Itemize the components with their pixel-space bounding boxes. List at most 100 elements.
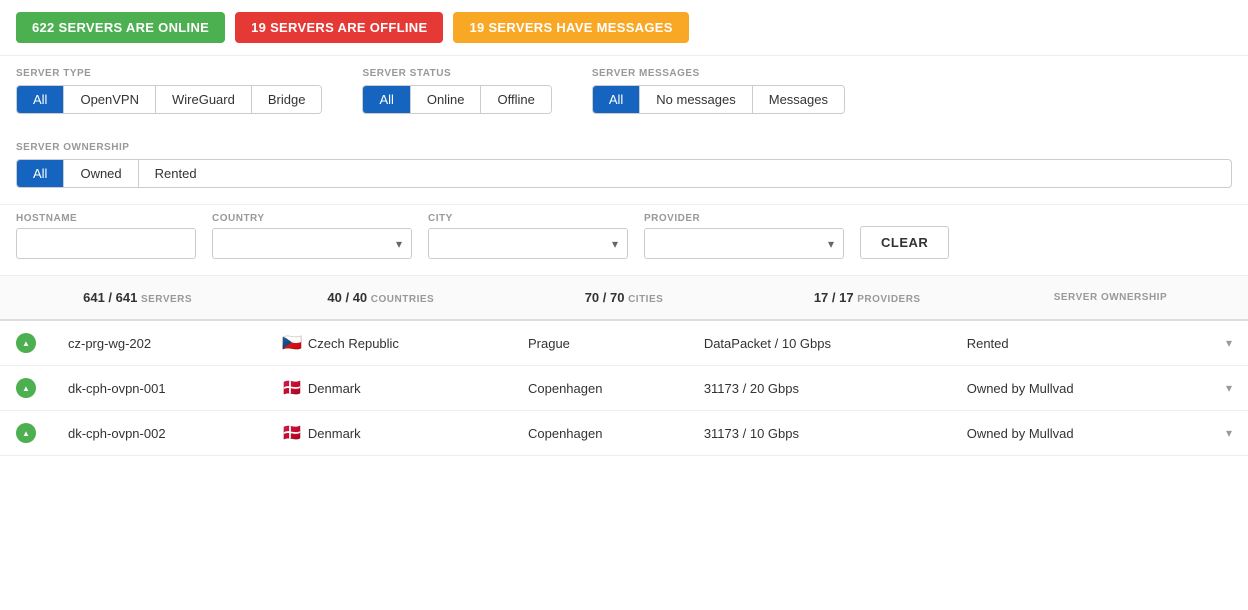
provider-select[interactable]	[644, 228, 844, 259]
server-ownership-btn-group: All Owned Rented	[16, 159, 1232, 188]
hostname-label: HOSTNAME	[16, 213, 196, 224]
server-messages-has-button[interactable]: Messages	[753, 86, 844, 113]
ownership-cell: Owned by Mullvad ▾	[951, 366, 1248, 411]
ownership-value: Owned by Mullvad	[967, 426, 1074, 441]
provider-filter-block: PROVIDER	[644, 213, 844, 259]
hostname-cell: cz-prg-wg-202	[52, 321, 266, 366]
server-type-all-button[interactable]: All	[17, 86, 64, 113]
city-cell: Copenhagen	[512, 411, 688, 456]
providers-label: PROVIDERS	[857, 294, 920, 305]
ownership-value: Owned by Mullvad	[967, 381, 1074, 396]
ownership-rented-button[interactable]: Rented	[139, 160, 213, 187]
status-dot	[16, 423, 36, 443]
stats-servers: 641 / 641 SERVERS	[16, 284, 259, 311]
city-cell: Prague	[512, 321, 688, 366]
provider-select-wrapper	[644, 228, 844, 259]
city-select[interactable]	[428, 228, 628, 259]
flag-icon: 🇩🇰	[282, 423, 302, 443]
status-dot	[16, 333, 36, 353]
server-type-wireguard-button[interactable]: WireGuard	[156, 86, 252, 113]
chevron-down-icon[interactable]: ▾	[1226, 426, 1232, 440]
country-cell: 🇩🇰 Denmark	[266, 366, 512, 411]
server-table-container: cz-prg-wg-202 🇨🇿 Czech Republic Prague D…	[0, 321, 1248, 456]
provider-label: PROVIDER	[644, 213, 844, 224]
flag-icon: 🇨🇿	[282, 333, 302, 353]
country-name: Denmark	[308, 381, 361, 396]
ownership-all-button[interactable]: All	[17, 160, 64, 187]
ownership-cell: Owned by Mullvad ▾	[951, 411, 1248, 456]
server-status-label: SERVER STATUS	[362, 68, 551, 79]
country-cell: 🇩🇰 Denmark	[266, 411, 512, 456]
hostname-input[interactable]	[16, 228, 196, 259]
country-select-wrapper	[212, 228, 412, 259]
status-cell	[0, 366, 52, 411]
server-table: cz-prg-wg-202 🇨🇿 Czech Republic Prague D…	[0, 321, 1248, 456]
server-messages-label: SERVER MESSAGES	[592, 68, 845, 79]
providers-count: 17 / 17	[814, 290, 854, 305]
server-status-offline-button[interactable]: Offline	[481, 86, 550, 113]
stats-providers: 17 / 17 PROVIDERS	[746, 284, 989, 311]
countries-count: 40 / 40	[327, 290, 367, 305]
server-status-btn-group: All Online Offline	[362, 85, 551, 114]
server-ownership-label: SERVER OWNERSHIP	[16, 142, 1232, 153]
status-cell	[0, 411, 52, 456]
table-row: dk-cph-ovpn-001 🇩🇰 Denmark Copenhagen 31…	[0, 366, 1248, 411]
stats-ownership-header: SERVER OWNERSHIP	[989, 292, 1232, 303]
ownership-value: Rented	[967, 336, 1009, 351]
status-cell	[0, 321, 52, 366]
server-type-btn-group: All OpenVPN WireGuard Bridge	[16, 85, 322, 114]
country-label: COUNTRY	[212, 213, 412, 224]
server-messages-filter: SERVER MESSAGES All No messages Messages	[592, 68, 845, 114]
provider-cell: 31173 / 20 Gbps	[688, 366, 951, 411]
city-select-wrapper	[428, 228, 628, 259]
server-type-openvpn-button[interactable]: OpenVPN	[64, 86, 156, 113]
country-filter-block: COUNTRY	[212, 213, 412, 259]
messages-status-button[interactable]: 19 SERVERS HAVE MESSAGES	[453, 12, 688, 43]
stats-countries: 40 / 40 COUNTRIES	[259, 284, 502, 311]
offline-status-button[interactable]: 19 SERVERS ARE OFFLINE	[235, 12, 443, 43]
servers-label: SERVERS	[141, 294, 192, 305]
server-type-label: SERVER TYPE	[16, 68, 322, 79]
filter-group-row1: SERVER TYPE All OpenVPN WireGuard Bridge…	[16, 68, 1232, 114]
country-name: Denmark	[308, 426, 361, 441]
chevron-down-icon[interactable]: ▾	[1226, 336, 1232, 350]
provider-cell: 31173 / 10 Gbps	[688, 411, 951, 456]
server-ownership-filter: SERVER OWNERSHIP All Owned Rented	[16, 142, 1232, 188]
ownership-cell: Rented ▾	[951, 321, 1248, 366]
server-messages-btn-group: All No messages Messages	[592, 85, 845, 114]
table-row: dk-cph-ovpn-002 🇩🇰 Denmark Copenhagen 31…	[0, 411, 1248, 456]
city-label: CITY	[428, 213, 628, 224]
online-status-button[interactable]: 622 SERVERS ARE ONLINE	[16, 12, 225, 43]
status-dot	[16, 378, 36, 398]
chevron-down-icon[interactable]: ▾	[1226, 381, 1232, 395]
hostname-cell: dk-cph-ovpn-001	[52, 366, 266, 411]
hostname-filter-block: HOSTNAME	[16, 213, 196, 259]
cities-label: CITIES	[628, 294, 663, 305]
ownership-section: SERVER OWNERSHIP All Owned Rented	[0, 142, 1248, 204]
country-select[interactable]	[212, 228, 412, 259]
server-messages-none-button[interactable]: No messages	[640, 86, 752, 113]
table-row: cz-prg-wg-202 🇨🇿 Czech Republic Prague D…	[0, 321, 1248, 366]
country-name: Czech Republic	[308, 336, 399, 351]
stats-bar: 641 / 641 SERVERS 40 / 40 COUNTRIES 70 /…	[0, 275, 1248, 321]
search-section: HOSTNAME COUNTRY CITY PROVIDER CLEAR	[0, 204, 1248, 275]
city-cell: Copenhagen	[512, 366, 688, 411]
servers-count: 641 / 641	[83, 290, 137, 305]
server-messages-all-button[interactable]: All	[593, 86, 640, 113]
filters-section: SERVER TYPE All OpenVPN WireGuard Bridge…	[0, 55, 1248, 142]
server-type-bridge-button[interactable]: Bridge	[252, 86, 322, 113]
cities-count: 70 / 70	[585, 290, 625, 305]
server-status-filter: SERVER STATUS All Online Offline	[362, 68, 551, 114]
flag-icon: 🇩🇰	[282, 378, 302, 398]
countries-label: COUNTRIES	[371, 294, 434, 305]
stats-cities: 70 / 70 CITIES	[502, 284, 745, 311]
top-status-bar: 622 SERVERS ARE ONLINE 19 SERVERS ARE OF…	[0, 0, 1248, 55]
city-filter-block: CITY	[428, 213, 628, 259]
ownership-owned-button[interactable]: Owned	[64, 160, 138, 187]
server-status-online-button[interactable]: Online	[411, 86, 482, 113]
provider-cell: DataPacket / 10 Gbps	[688, 321, 951, 366]
server-type-filter: SERVER TYPE All OpenVPN WireGuard Bridge	[16, 68, 322, 114]
clear-button[interactable]: CLEAR	[860, 226, 949, 259]
hostname-cell: dk-cph-ovpn-002	[52, 411, 266, 456]
server-status-all-button[interactable]: All	[363, 86, 410, 113]
